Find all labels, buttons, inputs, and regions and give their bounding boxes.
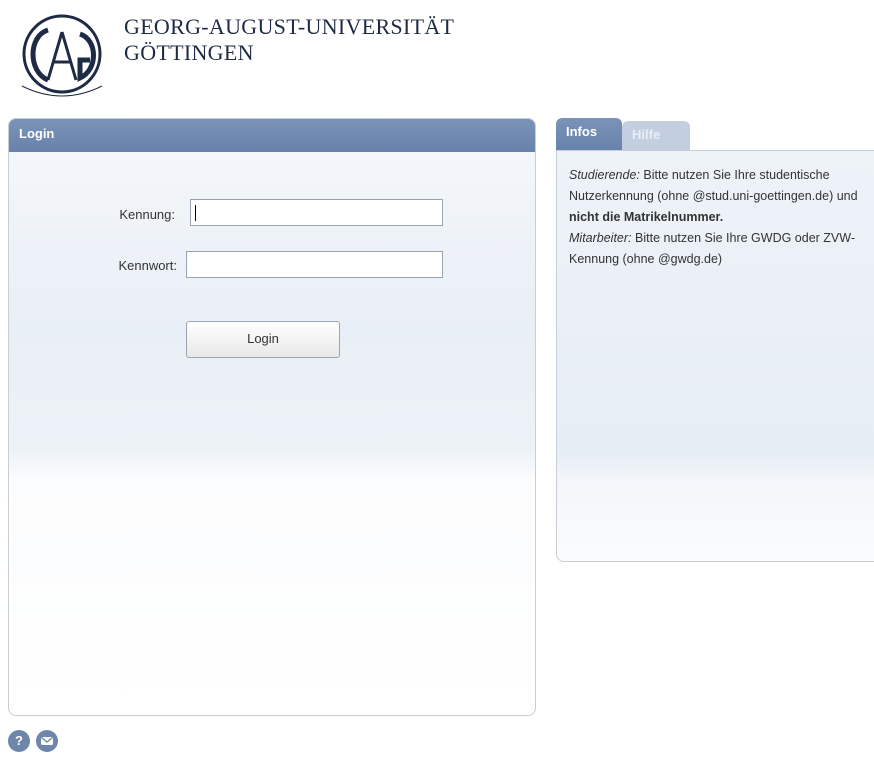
students-prefix: Studierende: [569, 168, 640, 182]
tab-hilfe[interactable]: Hilfe [622, 121, 690, 151]
question-icon[interactable]: ? [8, 730, 30, 752]
envelope-icon[interactable] [36, 730, 58, 752]
login-button[interactable]: Login [186, 321, 340, 358]
username-field[interactable] [190, 199, 443, 226]
envelope-glyph [41, 736, 53, 745]
info-text: Studierende: Bitte nutzen Sie Ihre stude… [569, 165, 869, 270]
text-caret [195, 205, 196, 221]
university-name: GEORG-AUGUST-UNIVERSITÄT GÖTTINGEN [124, 14, 454, 66]
info-panel: Studierende: Bitte nutzen Sie Ihre stude… [556, 150, 874, 562]
login-panel: Login Kennung: Kennwort: Login [8, 118, 536, 716]
university-name-line1: GEORG-AUGUST-UNIVERSITÄT [124, 14, 455, 39]
staff-prefix: Mitarbeiter: [569, 231, 632, 245]
login-panel-title: Login [9, 119, 535, 152]
tab-infos[interactable]: Infos [556, 118, 622, 151]
university-logo [21, 14, 103, 97]
password-label: Kennwort: [118, 258, 177, 273]
university-name-line2: GÖTTINGEN [124, 40, 254, 65]
password-field[interactable] [186, 251, 443, 278]
students-bold-text: nicht die Matrikelnummer. [569, 210, 724, 224]
username-label: Kennung: [119, 207, 175, 222]
